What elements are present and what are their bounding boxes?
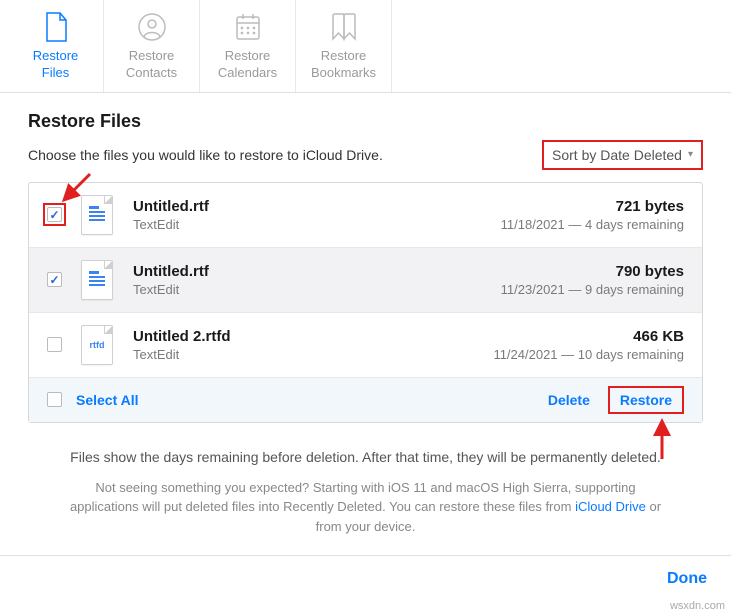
- chevron-down-icon: ▾: [688, 149, 693, 160]
- annotation-arrow-icon: [642, 415, 682, 463]
- footer-bar: Done: [0, 555, 731, 602]
- toolbar: Restore Files Restore Contacts Restore C…: [0, 0, 731, 93]
- delete-button[interactable]: Delete: [548, 392, 590, 408]
- tab-label-1: Restore: [129, 48, 175, 63]
- file-ext-label: rtfd: [90, 340, 105, 350]
- file-date: 11/18/2021 — 4 days remaining: [501, 217, 684, 232]
- select-all-link[interactable]: Select All: [76, 392, 139, 408]
- sort-label: Sort by Date Deleted: [552, 147, 682, 163]
- page-subtitle: Choose the files you would like to resto…: [28, 147, 383, 163]
- sort-dropdown[interactable]: Sort by Date Deleted ▾: [542, 140, 703, 170]
- file-app: TextEdit: [133, 282, 501, 297]
- tab-restore-bookmarks[interactable]: Restore Bookmarks: [296, 0, 392, 92]
- tab-label-2: Files: [42, 65, 69, 80]
- tab-label-2: Bookmarks: [311, 65, 376, 80]
- file-size: 721 bytes: [501, 198, 684, 215]
- file-date: 11/24/2021 — 10 days remaining: [493, 347, 684, 362]
- file-list: Untitled.rtf TextEdit 721 bytes 11/18/20…: [28, 182, 703, 423]
- file-row[interactable]: Untitled.rtf TextEdit 790 bytes 11/23/20…: [29, 248, 702, 313]
- tab-restore-files[interactable]: Restore Files: [8, 0, 104, 92]
- tab-label-1: Restore: [33, 48, 79, 63]
- file-checkbox[interactable]: [47, 337, 62, 352]
- file-icon: [42, 12, 70, 42]
- file-checkbox[interactable]: [47, 207, 62, 222]
- tab-label-1: Restore: [321, 48, 367, 63]
- file-row[interactable]: rtfd Untitled 2.rtfd TextEdit 466 KB 11/…: [29, 313, 702, 378]
- file-name: Untitled 2.rtfd: [133, 328, 493, 345]
- select-all-checkbox[interactable]: [47, 392, 62, 407]
- file-app: TextEdit: [133, 347, 493, 362]
- header-row: Choose the files you would like to resto…: [28, 140, 703, 170]
- icloud-drive-link[interactable]: iCloud Drive: [575, 499, 646, 514]
- help-text: Files show the days remaining before del…: [68, 447, 663, 537]
- file-size: 466 KB: [493, 328, 684, 345]
- tab-label-2: Contacts: [126, 65, 177, 80]
- calendar-icon: [234, 12, 262, 42]
- file-date: 11/23/2021 — 9 days remaining: [501, 282, 684, 297]
- file-row[interactable]: Untitled.rtf TextEdit 721 bytes 11/18/20…: [29, 183, 702, 248]
- contact-icon: [138, 12, 166, 42]
- help-caption: Files show the days remaining before del…: [68, 447, 663, 468]
- action-bar: Select All Delete Restore: [29, 378, 702, 422]
- annotation-highlight: Restore: [608, 386, 684, 414]
- annotation-arrow-icon: [56, 168, 96, 208]
- file-type-icon: [81, 260, 119, 300]
- file-name: Untitled.rtf: [133, 263, 501, 280]
- tab-restore-contacts[interactable]: Restore Contacts: [104, 0, 200, 92]
- help-notice-a: Not seeing something you expected? Start…: [70, 480, 636, 515]
- tab-label-2: Calendars: [218, 65, 277, 80]
- file-size: 790 bytes: [501, 263, 684, 280]
- file-app: TextEdit: [133, 217, 501, 232]
- file-type-icon: rtfd: [81, 325, 119, 365]
- page-title: Restore Files: [28, 111, 703, 132]
- main-content: Restore Files Choose the files you would…: [0, 93, 731, 537]
- done-button[interactable]: Done: [667, 570, 707, 587]
- bookmark-icon: [330, 12, 358, 42]
- tab-restore-calendars[interactable]: Restore Calendars: [200, 0, 296, 92]
- file-name: Untitled.rtf: [133, 198, 501, 215]
- file-checkbox[interactable]: [47, 272, 62, 287]
- tab-label-1: Restore: [225, 48, 271, 63]
- restore-button[interactable]: Restore: [620, 392, 672, 408]
